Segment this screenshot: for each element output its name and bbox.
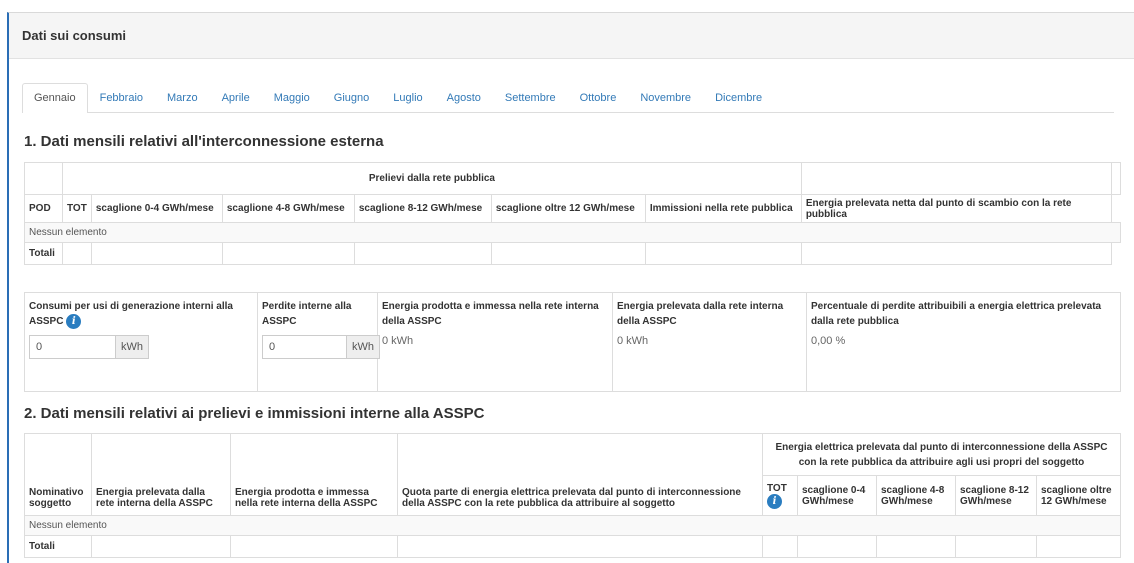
totals-label: Totali [24,242,63,265]
prelevata-value: 0 kWh [617,335,649,347]
header-spacer [800,162,1113,195]
header-spacer [1111,162,1121,195]
tab-febbraio[interactable]: Febbraio [88,83,155,113]
totals-cell [797,535,877,558]
tab-luglio[interactable]: Luglio [381,83,434,113]
totals-cell [353,242,492,265]
section1-title: 1. Dati mensili relativi all'interconnes… [24,133,384,150]
tab-dicembre[interactable]: Dicembre [703,83,774,113]
tab-ottobre[interactable]: Ottobre [568,83,629,113]
percentuale-label: Percentuale di perdite attribuibili a en… [811,301,1102,327]
col-prelevata-label: Energia prelevata dalla rete interna del… [96,487,213,509]
perdite-unit: kWh [346,335,380,359]
totals-cell [955,535,1037,558]
col-prodotta: Energia prodotta e immessa nella rete in… [230,433,398,516]
perdite-label: Perdite interne alla ASSPC [262,301,352,327]
consumi-label-wrap: Consumi per usi di generazione interni a… [29,299,253,329]
col-s2: scaglione 4-8 GWh/mese [221,194,355,223]
tab-maggio[interactable]: Maggio [262,83,322,113]
tab-giugno[interactable]: Giugno [322,83,381,113]
totals-cell [91,535,231,558]
consumi-input[interactable] [29,335,115,359]
tab-gennaio[interactable]: Gennaio [22,83,88,113]
tab-agosto[interactable]: Agosto [435,83,493,113]
totals-label: Totali [24,535,92,558]
energia-group-header: Energia elettrica prelevata dal punto di… [762,433,1121,476]
col-tot2-label: TOT [767,482,787,494]
totals-cell [490,242,646,265]
col2-s3: scaglione 8-12 GWh/mese [955,475,1037,516]
col-netta: Energia prelevata netta dal punto di sca… [800,194,1113,223]
totals-cell [397,535,763,558]
consumption-panel: Dati sui consumi Gennaio Febbraio Marzo Apr… [7,12,1134,563]
col-s4: scaglione oltre 12 GWh/mese [490,194,646,223]
prodotta-label: Energia prodotta e immessa nella rete in… [382,301,599,327]
perdite-input-group: kWh [262,335,380,359]
totals-cell [644,242,802,265]
col2-s4: scaglione oltre 12 GWh/mese [1036,475,1121,516]
col-quota-label: Quota parte di energia elettrica preleva… [402,487,741,509]
tab-aprile[interactable]: Aprile [210,83,262,113]
totals-cell [221,242,355,265]
totals-cell [62,242,92,265]
col-s3: scaglione 8-12 GWh/mese [353,194,492,223]
col-prodotta-label: Energia prodotta e immessa nella rete in… [235,487,378,509]
totals-cell [762,535,798,558]
consumi-unit: kWh [115,335,149,359]
col-immissioni: Immissioni nella rete pubblica [644,194,802,223]
prelievi-header: Prelievi dalla rete pubblica [62,162,802,195]
summary-box: Consumi per usi di generazione interni a… [24,292,1121,392]
col2-s1: scaglione 0-4 GWh/mese [797,475,877,516]
month-tabs: Gennaio Febbraio Marzo Aprile Maggio Giugno Lu… [22,83,1114,113]
col-pod: POD [24,194,63,223]
prelevata-label: Energia prelevata dalla rete interna del… [617,301,784,327]
info-icon[interactable]: i [66,314,82,329]
percentuale-col: Percentuale di perdite attribuibili a en… [807,293,1120,391]
empty-row: Nessun elemento [24,515,1121,536]
prelevata-col: Energia prelevata dalla rete interna del… [613,293,807,391]
totals-cell [90,242,223,265]
consumi-label: Consumi per usi di generazione interni a… [29,301,233,328]
section2-title: 2. Dati mensili relativi ai prelievi e i… [24,405,485,422]
col-prelevata: Energia prelevata dalla rete interna del… [91,433,231,516]
percentuale-value: 0,00 % [811,335,846,347]
header-spacer [24,162,63,195]
col2-s2: scaglione 4-8 GWh/mese [876,475,956,516]
totals-cell [1036,535,1121,558]
col-nominativo: Nominativo soggetto [24,433,92,516]
totals-cell [800,242,1113,265]
section2-table: Nominativo soggetto Energia prelevata da… [24,433,1121,558]
info-icon[interactable]: i [767,493,782,509]
perdite-input[interactable] [262,335,346,359]
col-quota: Quota parte di energia elettrica preleva… [397,433,763,516]
col-s1: scaglione 0-4 GWh/mese [90,194,223,223]
perdite-col: Perdite interne alla ASSPC kWh [258,293,380,391]
empty-row: Nessun elemento [24,222,1121,243]
panel-title: Dati sui consumi [9,13,1134,59]
consumi-col: Consumi per usi di generazione interni a… [25,293,258,391]
section1-table: Prelievi dalla rete pubblica POD TOT sca… [24,162,1121,265]
prodotta-col: Energia prodotta e immessa nella rete in… [378,293,613,391]
tab-settembre[interactable]: Settembre [493,83,568,113]
prodotta-value: 0 kWh [382,335,414,347]
col-nominativo-label: Nominativo soggetto [29,487,84,509]
col-tot2: TOT i [762,475,798,516]
col-tot: TOT [62,194,92,223]
tab-novembre[interactable]: Novembre [628,83,703,113]
totals-cell [230,535,398,558]
tab-marzo[interactable]: Marzo [155,83,210,113]
totals-cell [876,535,956,558]
consumi-input-group: kWh [29,335,253,359]
